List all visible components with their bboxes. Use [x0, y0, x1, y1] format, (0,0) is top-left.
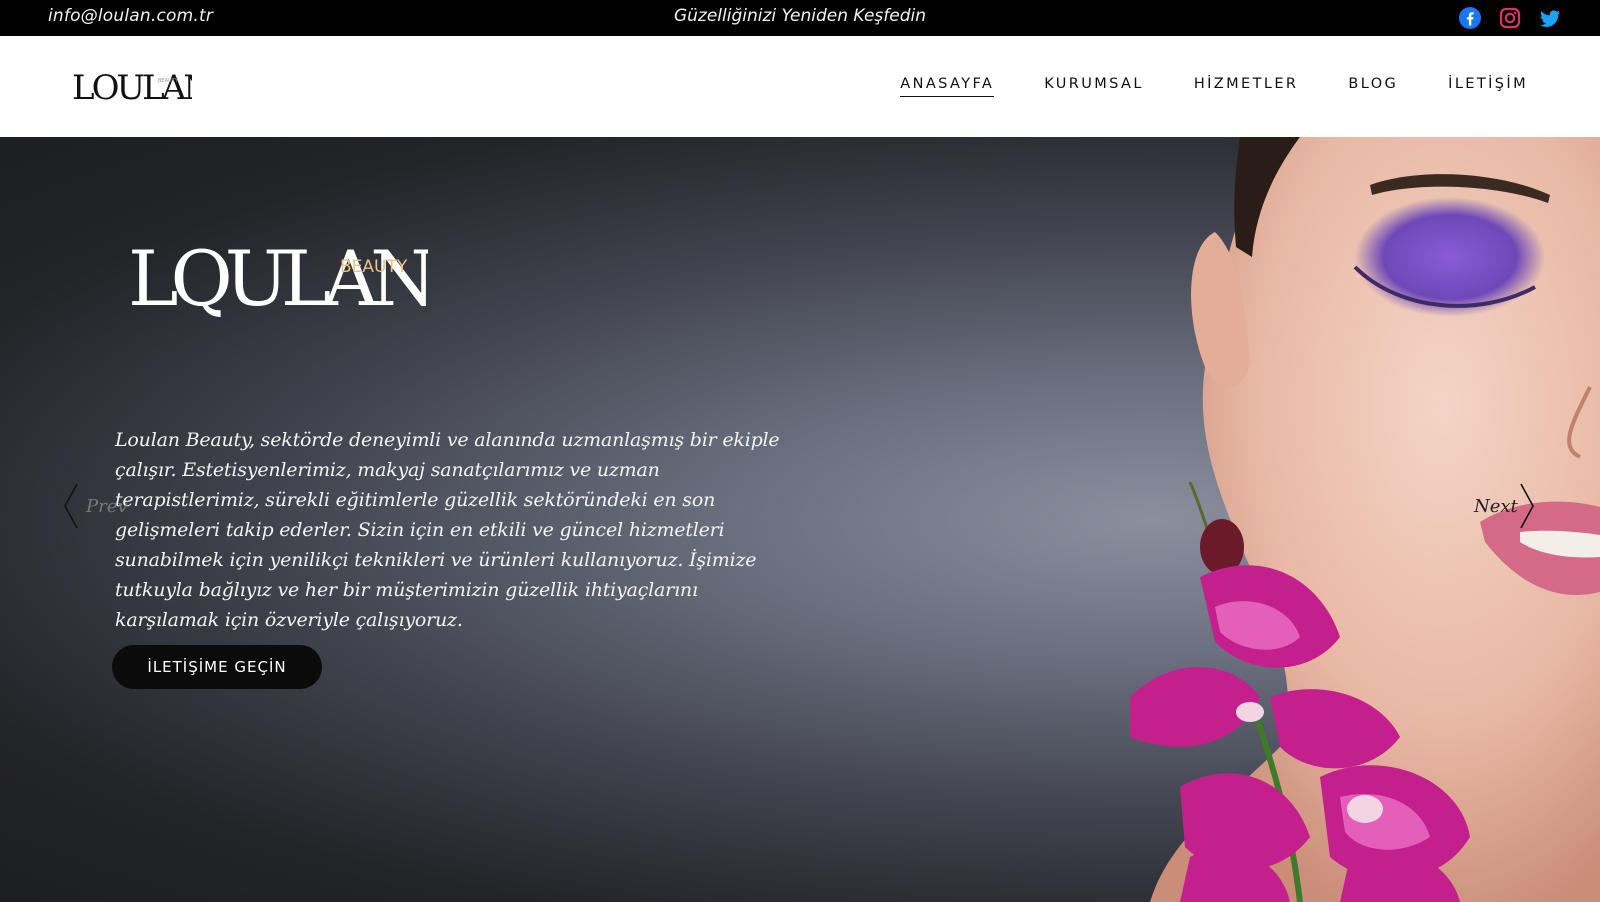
site-logo[interactable]: LOULAN BEAUTY: [72, 64, 215, 110]
nav-iletisim[interactable]: İLETİŞİM: [1448, 76, 1528, 97]
hero-logo-wordmark: LQULAN: [128, 234, 428, 323]
chevron-right-icon: [1520, 483, 1534, 529]
hero-logo: LQULAN BEAUTY: [128, 233, 442, 323]
slider-prev-label: Prev: [86, 496, 128, 517]
instagram-icon[interactable]: [1498, 6, 1522, 30]
nav-blog[interactable]: BLOG: [1348, 76, 1398, 97]
social-links: [1458, 6, 1562, 30]
nav-anasayfa[interactable]: ANASAYFA: [900, 76, 995, 97]
hero-logo-sub: BEAUTY: [340, 257, 408, 277]
facebook-icon[interactable]: [1458, 6, 1482, 30]
twitter-icon[interactable]: [1538, 6, 1562, 30]
site-header: LOULAN BEAUTY ANASAYFA KURUMSAL HİZMETLE…: [0, 36, 1600, 137]
slider-prev-button[interactable]: Prev: [62, 482, 128, 532]
chevron-left-icon: [64, 483, 78, 529]
site-logo-wordmark: LOULAN: [72, 68, 192, 108]
contact-cta-button[interactable]: İLETİŞİME GEÇİN: [112, 645, 322, 689]
top-bar: info@loulan.com.tr Güzelliğinizi Yeniden…: [0, 0, 1600, 36]
nav-kurumsal[interactable]: KURUMSAL: [1044, 76, 1144, 97]
slider-next-label: Next: [1474, 496, 1518, 517]
hero-description: Loulan Beauty, sektörde deneyimli ve ala…: [115, 429, 780, 631]
slider-next-button[interactable]: Next: [1474, 482, 1544, 532]
nav-hizmetler[interactable]: HİZMETLER: [1194, 76, 1299, 97]
main-nav: ANASAYFA KURUMSAL HİZMETLER BLOG İLETİŞİ…: [900, 76, 1528, 97]
site-logo-sub: BEAUTY: [158, 78, 179, 84]
top-tagline: Güzelliğinizi Yeniden Keşfedin: [673, 6, 927, 26]
hero-slider: LQULAN BEAUTY Loulan Beauty, sektörde de…: [0, 137, 1600, 902]
